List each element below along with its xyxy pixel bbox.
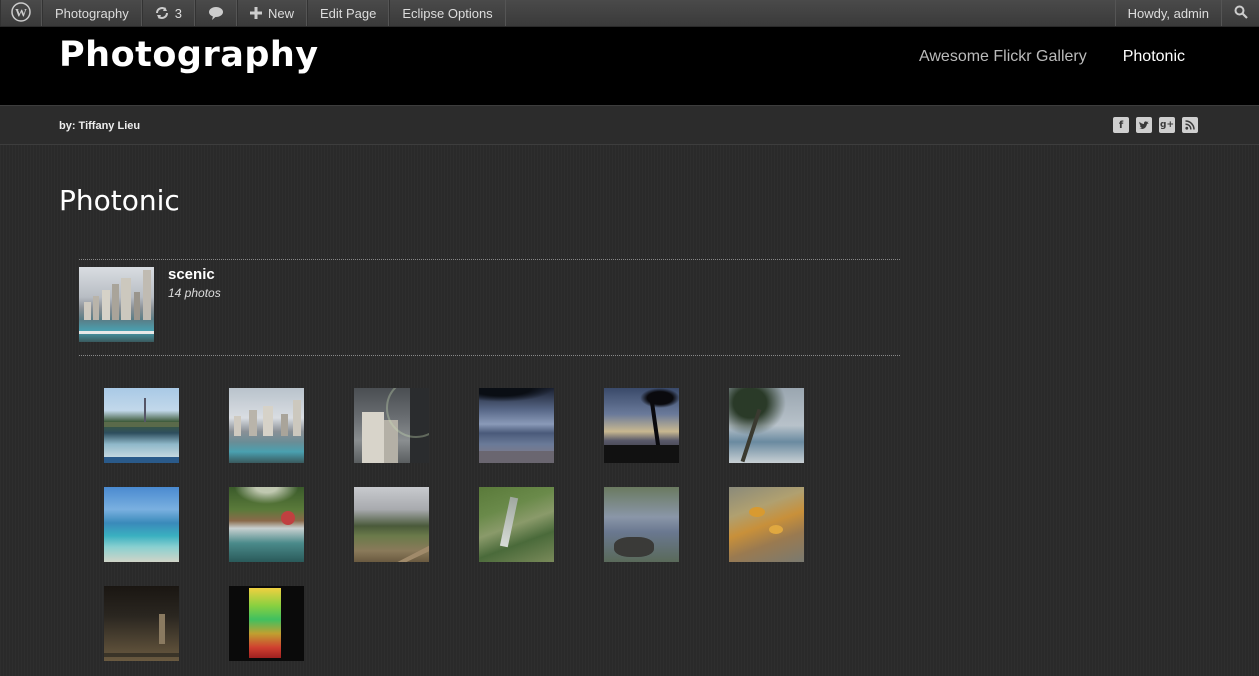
photo-thumbnail[interactable]: [479, 388, 554, 463]
wordpress-logo-icon: W: [11, 1, 31, 25]
album-name[interactable]: scenic: [168, 266, 215, 283]
site-name-menu[interactable]: Photography: [42, 0, 142, 26]
page-title: Photonic: [59, 184, 180, 217]
byline-bar: by: Tiffany Lieu f g+: [0, 106, 1259, 145]
photo-thumbnail[interactable]: [479, 487, 554, 562]
svg-text:W: W: [15, 5, 27, 19]
comments-menu[interactable]: [194, 0, 237, 26]
refresh-icon: [155, 6, 169, 20]
twitter-icon[interactable]: [1136, 117, 1152, 133]
photo-thumbnail[interactable]: [229, 586, 304, 661]
photo-thumbnail[interactable]: [104, 487, 179, 562]
photo-thumbnail[interactable]: [354, 487, 429, 562]
album-photo-count: 14 photos: [168, 286, 221, 300]
updates-menu[interactable]: 3: [141, 0, 195, 26]
photo-thumbnail[interactable]: [354, 388, 429, 463]
account-menu[interactable]: Howdy, admin: [1114, 0, 1221, 26]
site-title[interactable]: Photography: [59, 35, 319, 75]
new-label: New: [267, 5, 294, 21]
album-header: scenic 14 photos: [79, 259, 900, 356]
photo-thumbnail[interactable]: [104, 388, 179, 463]
photo-thumbnail[interactable]: [604, 487, 679, 562]
photo-thumbnail[interactable]: [604, 388, 679, 463]
google-plus-icon[interactable]: g+: [1159, 117, 1175, 133]
photo-thumbnail[interactable]: [104, 586, 179, 661]
author-byline: by: Tiffany Lieu: [59, 120, 141, 132]
photo-thumbnail[interactable]: [729, 388, 804, 463]
comment-bubble-icon: [208, 6, 224, 20]
site-header: Photography Awesome Flickr Gallery Photo…: [0, 27, 1259, 106]
nav-item-awesome-flickr-gallery[interactable]: Awesome Flickr Gallery: [919, 48, 1087, 66]
main-navigation: Awesome Flickr Gallery Photonic: [919, 48, 1185, 66]
album-cover-thumbnail[interactable]: [79, 267, 154, 342]
rss-icon[interactable]: [1182, 117, 1198, 133]
plus-icon: [249, 7, 262, 19]
photo-thumbnail[interactable]: [729, 487, 804, 562]
edit-page-label: Edit Page: [319, 5, 377, 21]
social-links: f g+: [1113, 117, 1198, 133]
facebook-icon[interactable]: f: [1113, 117, 1129, 133]
site-name-label: Photography: [55, 5, 129, 21]
wordpress-logo-button[interactable]: W: [0, 0, 42, 26]
nav-item-photonic[interactable]: Photonic: [1123, 48, 1185, 66]
eclipse-options-link[interactable]: Eclipse Options: [389, 0, 506, 26]
eclipse-options-label: Eclipse Options: [402, 5, 493, 21]
edit-page-link[interactable]: Edit Page: [306, 0, 390, 26]
search-button[interactable]: [1221, 0, 1259, 26]
admin-bar-spacer: [506, 0, 1115, 26]
photo-thumbnail[interactable]: [229, 388, 304, 463]
updates-count: 3: [174, 5, 182, 21]
admin-bar: W Photography 3 New Edit Page Eclipse Op…: [0, 0, 1259, 27]
greeting-label: Howdy, admin: [1127, 5, 1209, 21]
photo-thumbnail[interactable]: [229, 487, 304, 562]
search-icon: [1234, 5, 1248, 22]
new-content-menu[interactable]: New: [236, 0, 307, 26]
